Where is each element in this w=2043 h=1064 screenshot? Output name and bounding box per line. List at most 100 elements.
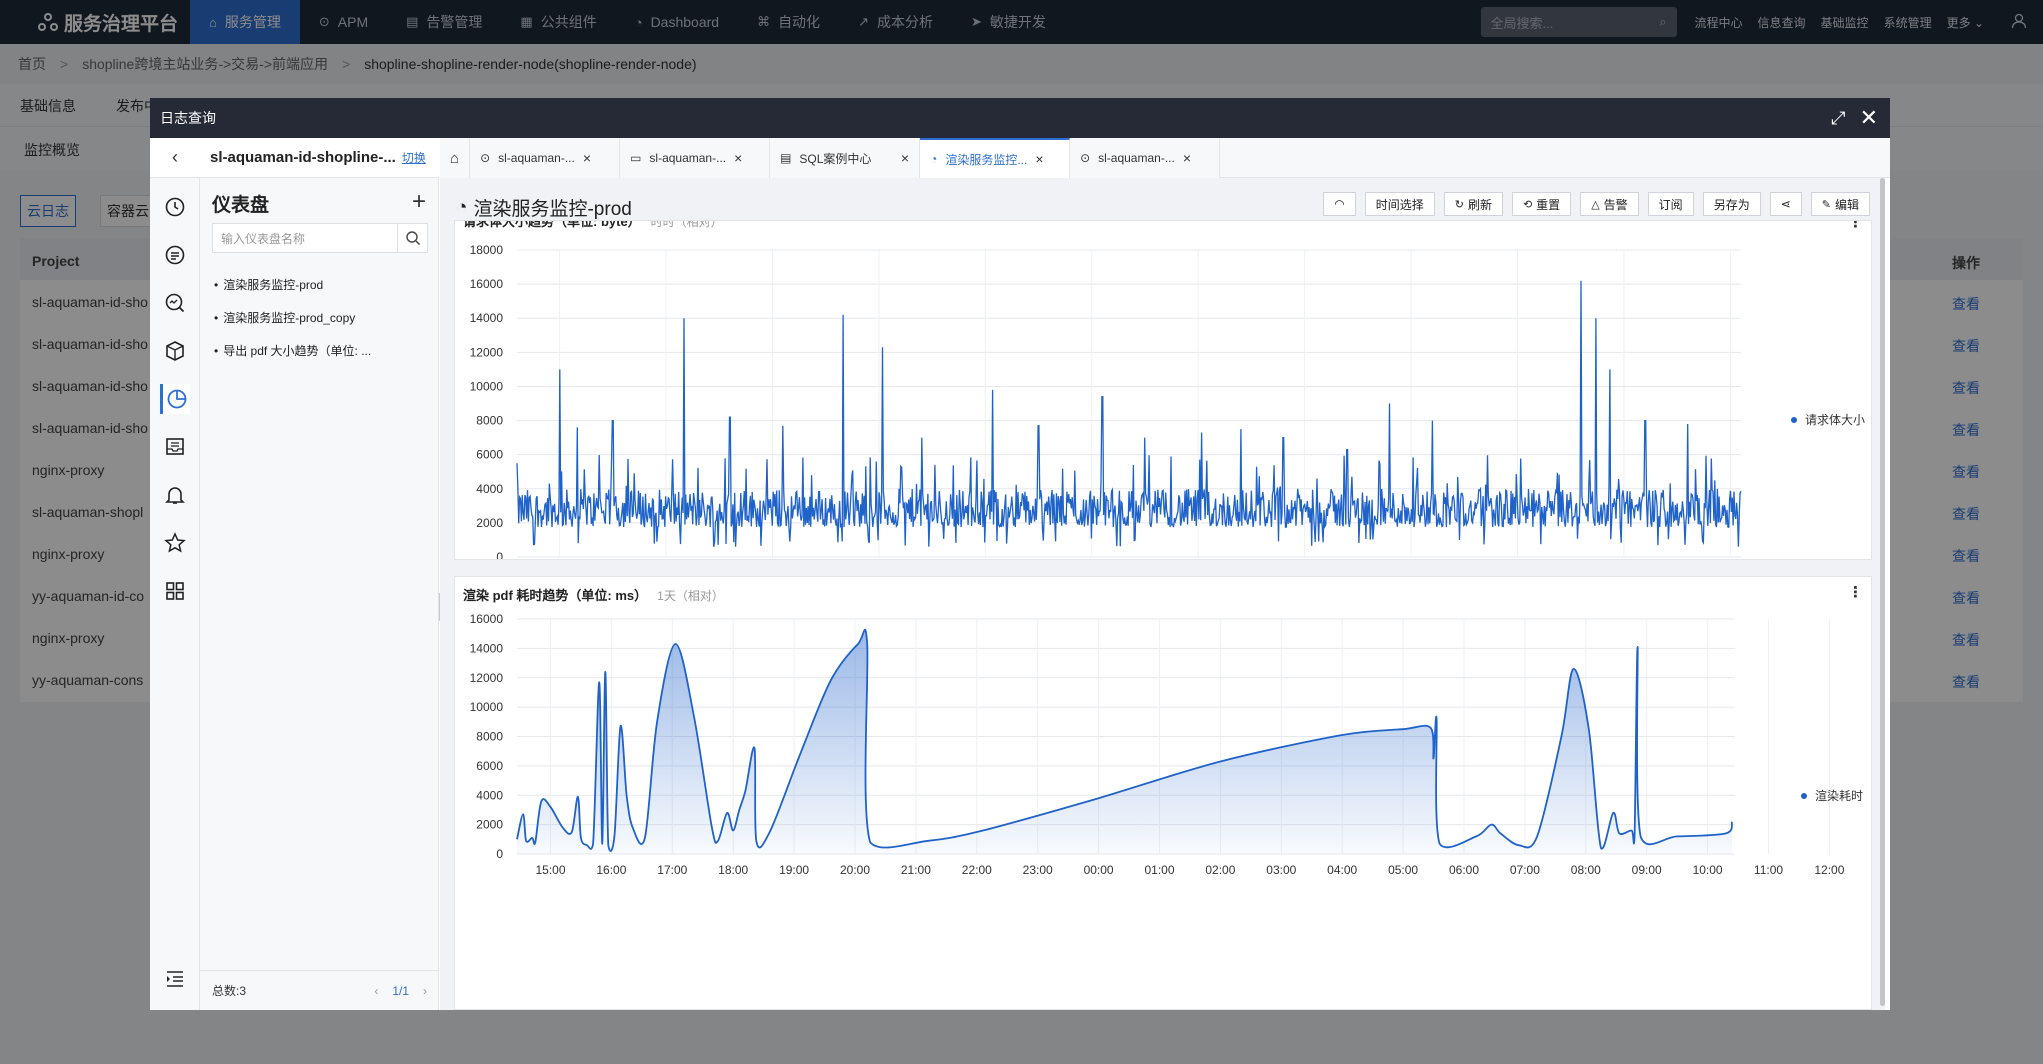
dashboard-content: ◔ 渲染服务监控-prod ◠ 时间选择 ↻ 刷新 ⟲ 重置 △ 告警 订阅 另存为 ⋖… bbox=[440, 178, 1967, 1010]
tab-home[interactable]: ⌂ bbox=[440, 138, 471, 178]
tab-label: SQL案例中心 bbox=[799, 151, 872, 166]
search-icon: ⊙ bbox=[480, 151, 491, 165]
history-icon[interactable] bbox=[160, 192, 190, 222]
y-tick-label: 12000 bbox=[470, 671, 504, 685]
dashboard-item[interactable]: 渲染服务监控-prod_copy bbox=[214, 301, 371, 334]
x-tick-label: 05:00 bbox=[1388, 863, 1418, 877]
close-icon[interactable]: × bbox=[734, 150, 742, 166]
y-tick-label: 10000 bbox=[470, 700, 504, 714]
close-icon[interactable]: ✕ bbox=[1860, 105, 1878, 131]
dashboard-search: 输入仪表盘名称 bbox=[212, 223, 428, 253]
y-tick-label: 18000 bbox=[470, 243, 504, 257]
dashboard-item[interactable]: 导出 pdf 大小趋势（单位: ... bbox=[214, 334, 371, 367]
log-search-icon[interactable] bbox=[160, 240, 190, 270]
back-button[interactable]: ‹ bbox=[150, 138, 200, 178]
y-tick-label: 4000 bbox=[476, 482, 503, 496]
bell-icon[interactable] bbox=[160, 480, 190, 510]
chart-legend[interactable]: 渲染耗时 bbox=[1801, 787, 1863, 804]
analysis-search-icon[interactable] bbox=[160, 288, 190, 318]
y-tick-label: 16000 bbox=[470, 612, 504, 626]
tab-bar: ⌂ ⊙ sl-aquaman-... × ▭ sl-aquaman-... × ▤ SQL… bbox=[440, 138, 1890, 178]
tab-label: sl-aquaman-... bbox=[1098, 151, 1175, 165]
chart-card-render-time: 渲染 pdf 耗时趋势（单位: ms） 1天（相对） ⋮ 0 2000 4000 600… bbox=[454, 576, 1967, 1010]
x-tick-label: 00:00 bbox=[1084, 863, 1114, 877]
legend-marker bbox=[1791, 416, 1797, 423]
search-button[interactable] bbox=[397, 224, 427, 252]
close-icon[interactable]: × bbox=[583, 150, 591, 166]
star-icon[interactable] bbox=[160, 528, 190, 558]
close-icon[interactable]: × bbox=[1035, 151, 1043, 167]
tab-log-3[interactable]: ⊙ sl-aquaman-... × bbox=[1070, 138, 1221, 178]
tab-log-1[interactable]: ⊙ sl-aquaman-... × bbox=[470, 138, 621, 178]
fullscreen-icon[interactable]: ⤢ bbox=[1831, 108, 1845, 129]
reset-button[interactable]: ⟲ 重置 bbox=[1511, 192, 1572, 216]
y-tick-label: 6000 bbox=[476, 448, 503, 462]
pagination: ‹ 1/1 › bbox=[374, 984, 427, 998]
total-count: 总数:3 bbox=[212, 984, 247, 998]
auto-refresh-button[interactable]: ◠ bbox=[1323, 192, 1356, 216]
refresh-label: 刷新 bbox=[1467, 197, 1492, 212]
y-tick-label: 4000 bbox=[476, 788, 503, 802]
tab-sql-cases[interactable]: ▤ SQL案例中心 × bbox=[770, 138, 921, 178]
switch-project-link[interactable]: 切换 bbox=[402, 149, 426, 166]
next-page-button[interactable]: › bbox=[423, 984, 427, 998]
package-icon[interactable] bbox=[160, 336, 190, 366]
alert-button[interactable]: △ 告警 bbox=[1580, 192, 1639, 216]
y-tick-label: 8000 bbox=[476, 414, 503, 428]
apps-grid-icon[interactable] bbox=[160, 576, 190, 606]
modal-header: 日志查询 ⤢ ✕ bbox=[150, 98, 1890, 138]
edit-icon: ✎ bbox=[1821, 198, 1831, 211]
dashboard-icon: ◔ bbox=[456, 196, 468, 218]
edit-button[interactable]: ✎ 编辑 bbox=[1810, 192, 1870, 216]
search-icon bbox=[405, 231, 420, 246]
x-tick-label: 23:00 bbox=[1023, 863, 1053, 877]
x-tick-label: 03:00 bbox=[1266, 863, 1296, 877]
dashboard-icon: ◔ bbox=[930, 152, 938, 166]
series-line bbox=[516, 280, 1742, 547]
close-icon[interactable]: × bbox=[1183, 150, 1191, 166]
dashboard-search-input[interactable]: 输入仪表盘名称 bbox=[213, 230, 397, 247]
menu-indent-icon[interactable] bbox=[160, 964, 190, 994]
y-tick-label: 8000 bbox=[476, 730, 503, 744]
x-tick-label: 20:00 bbox=[840, 863, 870, 877]
icon-sidebar: ‹ bbox=[150, 138, 200, 1010]
tab-log-2[interactable]: ▭ sl-aquaman-... × bbox=[620, 138, 771, 178]
content-scrollbar[interactable] bbox=[1880, 178, 1885, 1006]
add-dashboard-button[interactable]: + bbox=[412, 188, 426, 216]
chart-render-time: 0 2000 4000 6000 8000 10000 12000 14000 16000 15:… bbox=[470, 612, 1967, 877]
x-tick-label: 21:00 bbox=[901, 863, 931, 877]
log-query-modal: 日志查询 ⤢ ✕ ‹ sl-aquaman-id-shopline-... 切换… bbox=[150, 98, 1967, 1010]
share-icon: ⋖ bbox=[1780, 197, 1791, 211]
panel-title: 仪表盘 bbox=[212, 195, 270, 216]
x-tick-label: 22:00 bbox=[962, 863, 992, 877]
time-select-button[interactable]: 时间选择 bbox=[1364, 192, 1435, 216]
legend-marker bbox=[1801, 792, 1807, 799]
y-tick-label: 14000 bbox=[470, 641, 504, 655]
share-button[interactable]: ⋖ bbox=[1769, 192, 1802, 216]
x-tick-label: 15:00 bbox=[535, 863, 565, 877]
dashboard-icon[interactable] bbox=[160, 384, 190, 414]
page-indicator: 1/1 bbox=[392, 983, 409, 998]
x-tick-label: 18:00 bbox=[718, 863, 748, 877]
y-tick-label: 14000 bbox=[470, 311, 504, 325]
tab-label: sl-aquaman-... bbox=[649, 151, 727, 165]
project-name: sl-aquaman-id-shopline-... bbox=[210, 149, 396, 166]
dashboard-item[interactable]: 渲染服务监控-prod bbox=[214, 268, 371, 301]
more-vertical-icon[interactable]: ⋮ bbox=[1848, 221, 1863, 231]
x-tick-label: 16:00 bbox=[596, 863, 626, 877]
save-as-button[interactable]: 另存为 bbox=[1702, 192, 1761, 216]
dashboard-title-text: 渲染服务监控-prod bbox=[473, 199, 632, 220]
project-selector: sl-aquaman-id-shopline-... 切换 bbox=[200, 138, 439, 178]
tab-render-dashboard[interactable]: ◔ 渲染服务监控... × bbox=[920, 138, 1071, 178]
close-icon[interactable]: × bbox=[901, 150, 909, 166]
prev-page-button[interactable]: ‹ bbox=[374, 984, 378, 998]
chart-legend[interactable]: 请求体大小 bbox=[1791, 411, 1865, 428]
refresh-button[interactable]: ↻ 刷新 bbox=[1443, 192, 1503, 216]
y-tick-label: 10000 bbox=[470, 379, 504, 393]
y-tick-label: 6000 bbox=[476, 759, 503, 773]
subscribe-button[interactable]: 订阅 bbox=[1647, 192, 1694, 216]
more-vertical-icon[interactable]: ⋮ bbox=[1848, 583, 1863, 601]
report-icon[interactable] bbox=[160, 432, 190, 462]
x-tick-label: 08:00 bbox=[1571, 863, 1601, 877]
dashboard-list-panel: sl-aquaman-id-shopline-... 切换 仪表盘 + 输入仪表… bbox=[200, 138, 439, 1010]
